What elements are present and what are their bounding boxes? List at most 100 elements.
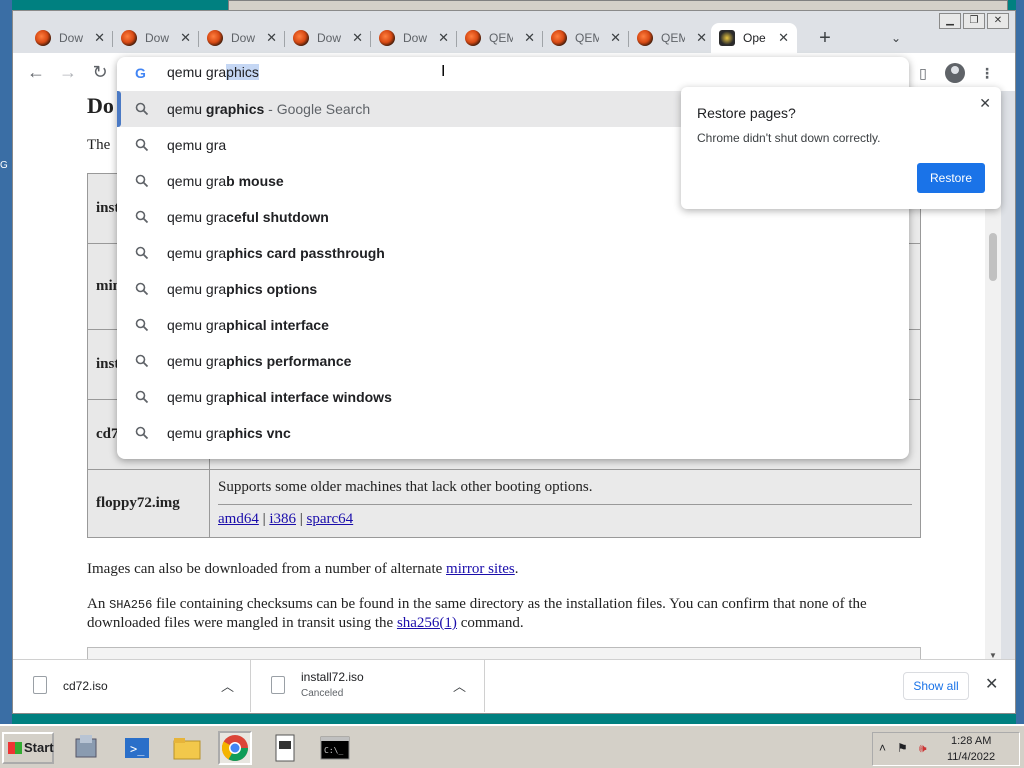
chrome-window: Dow ✕ Dow ✕ Dow ✕ Dow ✕ Dow ✕ QEM ✕ QEM … <box>12 10 1016 714</box>
server-manager-icon[interactable] <box>70 731 104 765</box>
tab-title: Dow <box>403 31 427 45</box>
notepad-icon[interactable] <box>268 731 302 765</box>
openbsd-favicon-icon <box>35 30 51 46</box>
command-prompt-icon[interactable]: C:\_ <box>318 731 352 765</box>
chevron-up-icon[interactable]: ︿ <box>453 676 466 695</box>
restore-button[interactable]: Restore <box>917 163 985 193</box>
back-arrow-icon[interactable]: ← <box>25 61 47 83</box>
action-center-flag-icon[interactable]: ⚑ <box>897 741 908 755</box>
suggestion-item[interactable]: qemu graphical interface windows <box>117 379 909 415</box>
close-icon[interactable]: ✕ <box>94 30 105 46</box>
minimize-icon[interactable]: ▁ <box>939 13 961 29</box>
sha256-paragraph: An SHA256 file containing checksums can … <box>87 595 921 632</box>
paragraph-text: An <box>87 596 106 612</box>
system-tray: ˄ ⚑ 🕪 1:28 AM 11/4/2022 <box>872 732 1020 766</box>
close-icon[interactable]: ✕ <box>180 30 191 46</box>
search-icon <box>135 426 149 440</box>
link-sparc64[interactable]: sparc64 <box>307 511 354 527</box>
download-item[interactable]: install72.iso Canceled ︿ <box>251 660 485 712</box>
close-window-icon[interactable]: ✕ <box>987 13 1009 29</box>
download-status: Canceled <box>301 688 344 699</box>
start-button[interactable]: Start <box>2 732 54 764</box>
show-hidden-icons-chevron-icon[interactable]: ˄ <box>879 741 886 755</box>
suggestion-item[interactable]: qemu graphics options <box>117 271 909 307</box>
chevron-up-icon[interactable]: ︿ <box>221 676 234 695</box>
restore-icon[interactable]: ❐ <box>963 13 985 29</box>
tab[interactable]: Dow ✕ <box>199 23 285 53</box>
close-icon[interactable]: ✕ <box>610 30 621 46</box>
openbsd-favicon-icon <box>207 30 223 46</box>
tab[interactable]: Dow ✕ <box>285 23 371 53</box>
table-cell-name: floppy72.img <box>87 469 210 538</box>
openbsd-favicon-icon <box>379 30 395 46</box>
close-icon[interactable]: ✕ <box>438 30 449 46</box>
forward-arrow-icon[interactable]: → <box>57 61 79 83</box>
windows-logo-icon <box>8 742 22 754</box>
arch-links: amd64 | i386 | sparc64 <box>218 504 912 528</box>
tab-strip: Dow ✕ Dow ✕ Dow ✕ Dow ✕ Dow ✕ QEM ✕ QEM … <box>13 11 1015 53</box>
floppy-description: Supports some older machines that lack o… <box>218 479 593 495</box>
paragraph-text: command. <box>460 615 524 631</box>
search-icon <box>135 210 149 224</box>
close-icon[interactable]: ✕ <box>696 30 707 46</box>
speaker-muted-icon[interactable]: 🕪 <box>919 741 927 756</box>
suggestion-item[interactable]: qemu graphics performance <box>117 343 909 379</box>
google-icon: G <box>135 65 146 81</box>
suggestion-item[interactable]: qemu graphical interface <box>117 307 909 343</box>
powershell-icon[interactable]: >_ <box>120 731 154 765</box>
tab-title: Dow <box>145 31 169 45</box>
mirror-sites-link[interactable]: mirror sites <box>446 561 515 577</box>
file-explorer-icon[interactable] <box>170 731 204 765</box>
restore-pages-bubble: Restore pages? ✕ Chrome didn't shut down… <box>681 87 1001 209</box>
tab[interactable]: QEM ✕ <box>629 23 715 53</box>
mirror-paragraph: Images can also be downloaded from a num… <box>87 561 519 578</box>
link-amd64[interactable]: amd64 <box>218 511 259 527</box>
download-filename: cd72.iso <box>63 679 108 693</box>
show-all-button[interactable]: Show all <box>903 672 969 700</box>
qemu-favicon-icon <box>551 30 567 46</box>
scrollbar-thumb[interactable] <box>989 233 997 281</box>
search-icon <box>135 138 149 152</box>
tab[interactable]: Dow ✕ <box>27 23 113 53</box>
reload-icon[interactable]: ↻ <box>89 61 111 83</box>
tab-active[interactable]: Ope ✕ <box>711 23 797 53</box>
close-icon[interactable]: ✕ <box>979 95 991 112</box>
downloads-bar: cd72.iso ︿ install72.iso Canceled ︿ Show… <box>13 659 1015 713</box>
chrome-icon[interactable] <box>218 731 252 765</box>
close-icon[interactable]: ✕ <box>352 30 363 46</box>
table-row: floppy72.img Supports some older machine… <box>87 469 921 538</box>
suggestion-item[interactable]: qemu graphics vnc <box>117 415 909 451</box>
suggestion-item[interactable]: qemu graphics card passthrough <box>117 235 909 271</box>
clock-date[interactable]: 11/4/2022 <box>947 751 995 763</box>
new-tab-plus-icon[interactable]: + <box>811 25 839 53</box>
link-separator: | <box>299 511 303 527</box>
tab-search-chevron-icon[interactable]: ⌄ <box>885 27 907 49</box>
autocomplete-selection: phics <box>226 64 259 80</box>
window-controls: ▁ ❐ ✕ <box>939 13 1009 29</box>
tab[interactable]: QEM ✕ <box>457 23 543 53</box>
search-icon <box>135 354 149 368</box>
tab[interactable]: Dow ✕ <box>371 23 457 53</box>
close-icon[interactable]: ✕ <box>524 30 535 46</box>
scroll-down-icon[interactable]: ▼ <box>989 651 997 659</box>
address-bar[interactable]: G qemu graphics I <box>117 57 909 89</box>
kebab-menu-icon[interactable]: ⋮ <box>975 61 999 85</box>
tab-title: QEM <box>661 31 685 45</box>
sha256-code: SHA256 <box>109 598 153 612</box>
link-i386[interactable]: i386 <box>269 511 296 527</box>
profile-icon[interactable] <box>943 61 967 85</box>
clock-time[interactable]: 1:28 AM <box>951 735 991 747</box>
tab[interactable]: Dow ✕ <box>113 23 199 53</box>
close-icon[interactable]: ✕ <box>985 674 998 694</box>
ibeam-cursor-icon: I <box>441 63 446 80</box>
page-heading: Do <box>87 93 114 118</box>
tab[interactable]: QEM ✕ <box>543 23 629 53</box>
download-item[interactable]: cd72.iso ︿ <box>13 660 251 712</box>
openbsd-favicon-icon <box>293 30 309 46</box>
sha256-manpage-link[interactable]: sha256(1) <box>397 615 457 631</box>
tab-title: QEM <box>489 31 513 45</box>
address-input[interactable]: qemu graphics <box>167 64 259 80</box>
close-icon[interactable]: ✕ <box>266 30 277 46</box>
close-icon[interactable]: ✕ <box>778 30 789 46</box>
side-panel-icon[interactable]: ▯ <box>911 61 935 85</box>
